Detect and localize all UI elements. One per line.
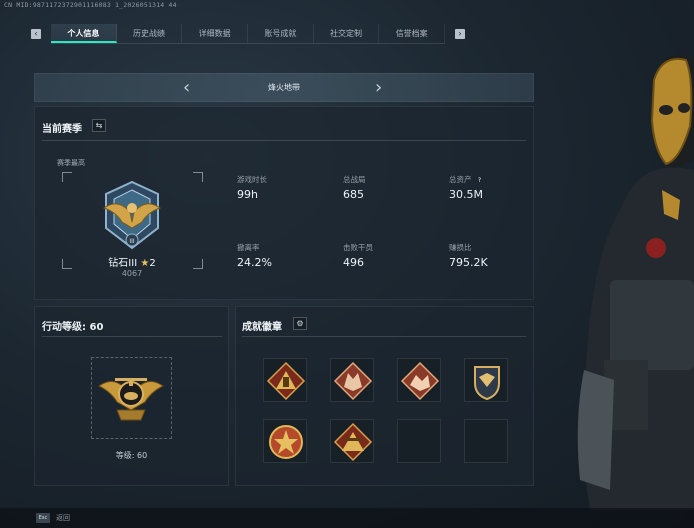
help-icon[interactable]: ?: [476, 177, 484, 185]
stat-label: 击败干员: [343, 243, 373, 252]
stat-value: 685: [343, 188, 364, 201]
stat-label-text: 总资产: [449, 175, 472, 184]
level-label: 等级: 60: [115, 451, 148, 460]
swap-season-button[interactable]: ⇆: [92, 119, 106, 132]
client-id-line: CN MID:9871172372901116083 1_2026051314 …: [4, 1, 177, 9]
achievement-badge-slot[interactable]: [263, 358, 307, 402]
tab-personal-info[interactable]: 个人信息: [51, 24, 117, 43]
empty-badge-slot[interactable]: [464, 419, 508, 463]
season-best-label: 赛季最高: [57, 159, 85, 167]
tab-prev-icon[interactable]: ‹: [31, 29, 41, 39]
tab-reputation[interactable]: 信誉档案: [379, 24, 446, 43]
helicopter-emblem-icon: [98, 378, 164, 421]
rank-badge-icon: III: [102, 180, 162, 250]
tab-history[interactable]: 历史战绩: [117, 24, 183, 43]
stat-label: 赚损比: [449, 243, 472, 252]
achievement-badge-slot[interactable]: [330, 419, 374, 463]
season-divider: [42, 140, 526, 141]
achievement-badge-slot[interactable]: [263, 419, 307, 463]
rank-title: 钻石III: [108, 258, 138, 269]
stat-label: 总战局: [343, 175, 366, 184]
back-label[interactable]: 返回: [56, 513, 70, 523]
stat-value: 496: [343, 256, 364, 269]
frame-corner: [193, 172, 203, 182]
triangle-badge-icon: [266, 361, 306, 401]
achievement-panel-title: 成就徽章: [242, 322, 282, 333]
esc-key[interactable]: Esc: [36, 513, 50, 523]
svg-text:III: III: [129, 238, 135, 245]
stat-label-total-assets: 总资产?: [449, 174, 484, 185]
stat-value: 795.2K: [449, 256, 488, 269]
beast-badge-icon: [400, 361, 440, 401]
medal-badge-icon: [269, 425, 303, 459]
empty-badge-slot[interactable]: [397, 419, 441, 463]
top-tab-bar: ‹ 个人信息 历史战绩 详细数据 账号成就 社交定制 信誉档案 ›: [31, 24, 465, 44]
background-watermark: [4, 6, 20, 41]
stat-value: 99h: [237, 188, 258, 201]
achievement-badge-slot[interactable]: [330, 358, 374, 402]
achievement-badge-slot[interactable]: [464, 358, 508, 402]
achievement-badge-slot[interactable]: [397, 358, 441, 402]
stat-label: 游戏时长: [237, 175, 267, 184]
rank-name: 钻石III ★2: [62, 254, 202, 269]
stat-value: 24.2%: [237, 256, 272, 269]
mode-next-icon[interactable]: ›: [375, 76, 382, 100]
level-divider: [42, 336, 222, 337]
tab-detailed-data[interactable]: 详细数据: [182, 24, 249, 43]
stat-value: 30.5M: [449, 188, 483, 201]
achievement-divider: [242, 336, 526, 337]
mode-selector: ‹ 烽火地带 ›: [34, 73, 534, 102]
bottom-bar: [0, 508, 694, 528]
stat-label: 撤离率: [237, 243, 260, 252]
star-icon: ★: [140, 258, 150, 269]
level-panel-title: 行动等级: 60: [42, 322, 104, 333]
tab-social[interactable]: 社交定制: [314, 24, 380, 43]
tab-achievements[interactable]: 账号成就: [248, 24, 314, 43]
frame-corner: [62, 172, 72, 182]
rank-stars: 2: [149, 258, 156, 269]
season-panel-title: 当前赛季: [42, 124, 82, 135]
rank-score: 4067: [121, 269, 143, 278]
achievement-settings-button[interactable]: ⚙: [293, 317, 307, 330]
tab-list: 个人信息 历史战绩 详细数据 账号成就 社交定制 信誉档案: [51, 24, 446, 44]
mode-title: 烽火地带: [268, 83, 300, 92]
wolf-badge-icon: [333, 361, 373, 401]
tab-next-icon[interactable]: ›: [455, 29, 465, 39]
shield-badge-icon: [474, 366, 500, 401]
operator-character-image: [577, 54, 694, 510]
tower-badge-icon: [333, 422, 373, 462]
